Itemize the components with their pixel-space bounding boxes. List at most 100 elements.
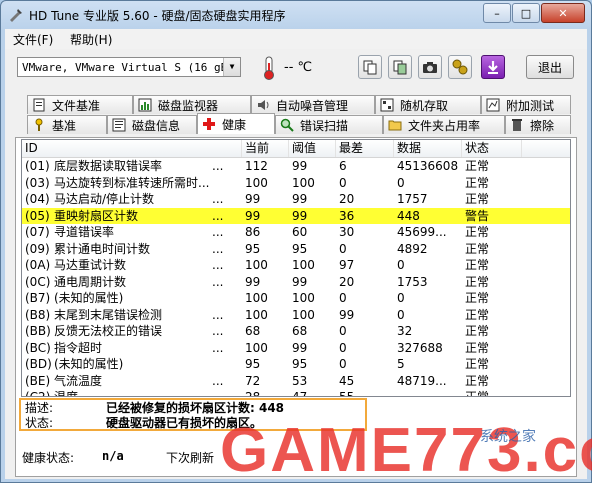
tab-file-benchmark[interactable]: 文件基准 [27,95,133,114]
row-current: 100 [245,307,268,322]
row-data: 0 [397,307,405,322]
column-header-current[interactable]: 当前 [242,140,289,157]
tab-label: 自动噪音管理 [276,98,349,113]
row-dots: ... [212,324,224,338]
row-worst: 0 [339,291,347,305]
row-status: 正常 [465,357,490,371]
table-row[interactable]: (07) 寻道错误率... 86 60 30 45699... 正常 [22,224,570,241]
tab-label: 文件夹占用率 [408,118,481,133]
tab-label: 基准 [52,118,77,133]
copy-screen-button[interactable] [388,55,412,79]
table-row[interactable]: (03) 马达旋转到标准转速所需时... 100 100 0 0 正常 [22,175,570,192]
row-threshold: 100 [292,258,315,272]
row-dots: ... [212,225,224,239]
table-row[interactable]: (C2) 温度... 28 47 55 正常 [22,389,570,397]
exit-button[interactable]: 退出 [526,55,574,79]
tab-disk-monitor[interactable]: 磁盘监视器 [133,95,251,114]
column-header-id[interactable]: ID [22,140,242,157]
table-row[interactable]: (04) 马达启动/停止计数... 99 99 20 1757 正常 [22,191,570,208]
row-current: 72 [245,373,261,388]
row-worst: 55 [339,390,355,397]
menu-file[interactable]: 文件(F) [13,31,53,48]
row-threshold: 99 [292,274,308,289]
tab-disk-info[interactable]: 磁盘信息 [107,115,197,134]
table-row[interactable]: (01) 底层数据读取错误率... 112 99 6 45136608 正常 [22,158,570,175]
row-id: (04) [25,192,50,206]
exit-button-label: 退出 [537,60,562,75]
tab-label: 磁盘信息 [132,118,181,133]
watermark-text: GAME773.com [220,416,592,483]
random-access-icon [380,98,394,112]
row-id: (07) [25,225,50,239]
row-threshold: 99 [292,159,308,173]
table-row[interactable]: (BD) (未知的属性) 95 95 0 5 正常 [22,356,570,373]
row-dots: ... [212,340,224,355]
tab-random-access[interactable]: 随机存取 [375,95,481,114]
health-status-label: 健康状态: [22,451,75,465]
disk-monitor-icon [138,98,152,112]
column-header-status[interactable]: 状态 [462,140,522,157]
row-status: 正常 [465,241,490,256]
row-current: 28 [245,390,261,397]
row-threshold: 99 [292,208,308,223]
row-id: (03) [25,175,50,190]
column-header-data[interactable]: 数据 [394,140,462,157]
row-dots: ... [212,208,224,223]
copy-info-button[interactable] [358,55,382,79]
tab-benchmark[interactable]: 基准 [27,115,107,134]
row-id: (B7) [25,291,51,305]
row-dots: ... [212,258,224,272]
row-threshold: 95 [292,357,308,371]
tab-label: 健康 [222,117,247,132]
row-threshold: 53 [292,373,308,388]
table-row[interactable]: (0C) 通电周期计数... 99 99 20 1753 正常 [22,274,570,291]
tab-extra-tests[interactable]: 附加测试 [481,95,571,114]
row-data: 5 [397,357,405,371]
maximize-button[interactable]: □ [512,3,540,23]
tab-noise-management[interactable]: 自动噪音管理 [251,95,375,114]
row-data: 45699... [397,225,447,239]
smart-attributes-table[interactable]: ID 当前 阈值 最差 数据 状态 (01) 底层数据读取错误率... 112 99 6… [21,139,571,397]
table-row[interactable]: (BB) 反馈无法校正的错误... 68 68 0 32 正常 [22,323,570,340]
drive-select[interactable]: VMware, VMware Virtual S (16 gB) ▼ [17,57,241,77]
menu-help[interactable]: 帮助(H) [70,31,112,48]
row-worst: 20 [339,192,355,206]
row-id: (BE) [25,373,51,388]
tab-folder-usage[interactable]: 文件夹占用率 [383,115,505,134]
row-status: 正常 [465,258,490,272]
table-row[interactable]: (09) 累计通电时间计数... 95 95 0 4892 正常 [22,241,570,258]
table-row[interactable]: (B7) (未知的属性) 100 100 0 0 正常 [22,290,570,307]
minimize-button[interactable]: – [483,3,511,23]
row-status: 正常 [465,324,490,338]
table-row[interactable]: (B8) 末尾到末尾错误检测... 100 100 99 0 正常 [22,307,570,324]
row-status: 正常 [465,373,490,388]
tab-erase[interactable]: 擦除 [505,115,571,134]
title-bar[interactable]: HD Tune 专业版 5.60 - 硬盘/固态硬盘实用程序 – □ ✕ [1,1,591,29]
table-row[interactable]: (BE) 气流温度... 72 53 45 48719... 正常 [22,373,570,390]
row-dots [212,356,242,373]
menu-bar: 文件(F) 帮助(H) [5,29,587,50]
row-status: 正常 [465,307,490,322]
table-row[interactable]: (05) 重映射扇区计数... 99 99 36 448 警告 [22,207,570,224]
tab-health[interactable]: 健康 [197,113,275,134]
save-button[interactable] [481,55,505,79]
screenshot-button[interactable] [418,55,442,79]
column-header-worst[interactable]: 最差 [336,140,394,157]
copy-info-icon [363,60,377,75]
row-dots: ... [212,192,224,206]
options-button[interactable] [448,55,472,79]
toolbar: VMware, VMware Virtual S (16 gB) ▼ -- ℃ … [5,49,587,89]
watermark-site-text: 系统之家 [480,428,536,445]
table-header: ID 当前 阈值 最差 数据 状态 [22,140,570,158]
table-row[interactable]: (0A) 马达重试计数... 100 100 97 0 正常 [22,257,570,274]
row-dots: ... [212,274,224,289]
close-button[interactable]: ✕ [541,3,585,23]
column-header-threshold[interactable]: 阈值 [289,140,336,157]
tab-error-scan[interactable]: 错误扫描 [275,115,383,134]
error-scan-icon [280,118,294,132]
row-worst: 45 [339,373,355,388]
table-row[interactable]: (BC) 指令超时... 100 99 0 327688 正常 [22,340,570,357]
row-threshold: 100 [292,175,315,190]
row-current: 99 [245,274,261,289]
row-threshold: 47 [292,390,308,397]
